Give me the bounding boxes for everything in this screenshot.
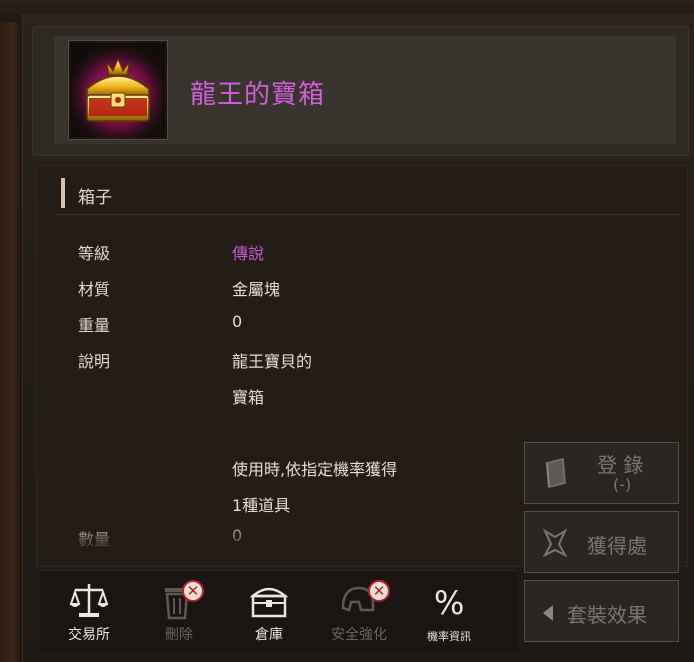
storage-tool[interactable]: 倉庫 bbox=[224, 576, 314, 648]
book-icon bbox=[541, 457, 571, 494]
description-line-4: 1種道具 bbox=[232, 496, 291, 515]
register-button[interactable]: 登 錄 (-) bbox=[524, 442, 679, 504]
weight-label: 重量 bbox=[78, 316, 111, 335]
delete-label: 刪除 bbox=[165, 627, 193, 643]
left-frame-edge bbox=[0, 0, 22, 662]
description-line-3: 使用時,依指定機率獲得 bbox=[232, 460, 398, 479]
grade-value: 傳說 bbox=[232, 244, 265, 263]
obtain-location-button[interactable]: 獲得處 bbox=[524, 511, 679, 573]
chest-icon bbox=[249, 582, 289, 624]
probability-info-tool[interactable]: % 機率資訊 bbox=[404, 576, 494, 648]
description-label: 說明 bbox=[78, 352, 111, 371]
disabled-x-icon: ✕ bbox=[182, 580, 204, 602]
section-divider bbox=[55, 214, 679, 215]
item-name: 龍王的寶箱 bbox=[190, 80, 326, 110]
grade-label: 等級 bbox=[78, 244, 111, 263]
exchange-label: 交易所 bbox=[68, 627, 110, 643]
exchange-tool[interactable]: 交易所 bbox=[44, 576, 134, 648]
storage-label: 倉庫 bbox=[255, 627, 283, 643]
material-label: 材質 bbox=[78, 280, 111, 299]
delete-tool[interactable]: ✕ 刪除 bbox=[134, 576, 224, 648]
description-line-1: 龍王寶貝的 bbox=[232, 352, 313, 371]
disabled-x-icon: ✕ bbox=[368, 580, 390, 602]
item-info-section bbox=[36, 165, 688, 567]
obtain-location-label: 獲得處 bbox=[587, 534, 647, 558]
treasure-chest-icon bbox=[68, 40, 168, 140]
location-icon bbox=[541, 528, 569, 563]
scroll-fade bbox=[40, 520, 520, 566]
triangle-left-icon bbox=[541, 603, 555, 627]
item-category: 箱子 bbox=[78, 188, 112, 208]
category-accent-bar bbox=[61, 178, 65, 208]
scales-icon bbox=[69, 580, 109, 624]
material-value: 金屬塊 bbox=[232, 280, 281, 299]
set-effect-label: 套裝效果 bbox=[567, 603, 647, 627]
percent-icon: % bbox=[434, 584, 465, 622]
safe-enhance-label: 安全強化 bbox=[331, 627, 387, 643]
weight-value: 0 bbox=[232, 312, 243, 331]
safe-enhance-tool[interactable]: ✕ 安全強化 bbox=[314, 576, 404, 648]
register-count: (-) bbox=[613, 475, 632, 494]
set-effect-button[interactable]: 套裝效果 bbox=[524, 580, 679, 642]
probability-info-label: 機率資訊 bbox=[427, 630, 471, 643]
register-label: 登 錄 bbox=[597, 453, 644, 477]
description-line-2: 寶箱 bbox=[232, 388, 265, 407]
